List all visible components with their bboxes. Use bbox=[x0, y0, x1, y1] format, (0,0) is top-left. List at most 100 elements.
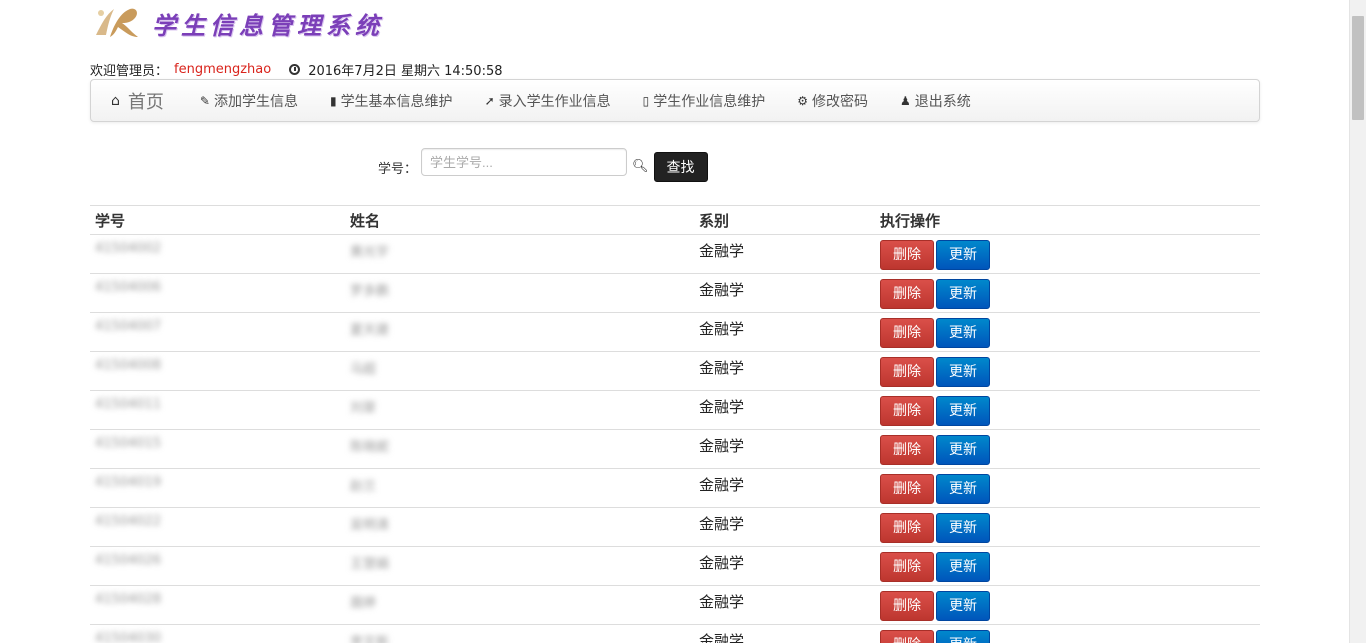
delete-button[interactable]: 删除 bbox=[880, 591, 934, 621]
search-icon: 🔍︎ bbox=[632, 158, 649, 174]
nav-item-label: 录入学生作业信息 bbox=[498, 93, 611, 110]
nav-item-label: 修改密码 bbox=[812, 93, 868, 110]
student-id-cell: 41504002 bbox=[90, 234, 345, 274]
department-cell: 金融学 bbox=[694, 312, 875, 352]
delete-button[interactable]: 删除 bbox=[880, 357, 934, 387]
update-button[interactable]: 更新 bbox=[936, 318, 990, 348]
department-cell: 金融学 bbox=[694, 546, 875, 586]
nav-item-enter-homework[interactable]: ➚ 录入学生作业信息 bbox=[485, 91, 611, 111]
table-row: 41504006 罗多鹏 金融学 删除 更新 bbox=[90, 273, 1260, 313]
file-icon: ▯ bbox=[642, 93, 650, 108]
delete-button[interactable]: 删除 bbox=[880, 318, 934, 348]
update-button[interactable]: 更新 bbox=[936, 591, 990, 621]
username: fengmengzhao bbox=[174, 62, 272, 77]
column-header-actions: 执行操作 bbox=[875, 205, 1260, 235]
student-name-cell: 马超 bbox=[345, 351, 694, 391]
student-name-cell: 聂婷 bbox=[345, 585, 694, 625]
welcome-bar: 欢迎管理员： fengmengzhao 2016年7月2日 星期六 14:50:… bbox=[90, 60, 503, 79]
table-header-row: 学号 姓名 系别 执行操作 bbox=[90, 205, 1260, 235]
main-navbar: ⌂ 首页 ✎ 添加学生信息 ▮ 学生基本信息维护 ➚ 录入学生作业信息 ▯ 学生… bbox=[90, 79, 1260, 122]
student-id-cell: 41504022 bbox=[90, 507, 345, 547]
student-id-cell: 41504026 bbox=[90, 546, 345, 586]
update-button[interactable]: 更新 bbox=[936, 435, 990, 465]
nav-item-label: 首页 bbox=[127, 91, 164, 113]
nav-item-logout[interactable]: ♟ 退出系统 bbox=[900, 91, 971, 111]
delete-button[interactable]: 删除 bbox=[880, 240, 934, 270]
delete-button[interactable]: 删除 bbox=[880, 552, 934, 582]
department-cell: 金融学 bbox=[694, 234, 875, 274]
welcome-prefix: 欢迎管理员： bbox=[90, 64, 169, 79]
actions-cell: 删除更新 bbox=[875, 351, 1260, 391]
actions-cell: 删除更新 bbox=[875, 312, 1260, 352]
nav-item-change-password[interactable]: ⚙ 修改密码 bbox=[797, 91, 868, 111]
actions-cell: 删除更新 bbox=[875, 390, 1260, 430]
nav-item-label: 学生基本信息维护 bbox=[340, 93, 453, 110]
nav-item-student-maintenance[interactable]: ▮ 学生基本信息维护 bbox=[330, 91, 453, 111]
nav-item-label: 学生作业信息维护 bbox=[653, 93, 766, 110]
update-button[interactable]: 更新 bbox=[936, 474, 990, 504]
student-name-cell: 吴明清 bbox=[345, 507, 694, 547]
actions-cell: 删除更新 bbox=[875, 234, 1260, 274]
table-row: 41504008 马超 金融学 删除 更新 bbox=[90, 351, 1260, 391]
update-button[interactable]: 更新 bbox=[936, 279, 990, 309]
student-id-search-input[interactable] bbox=[421, 148, 628, 176]
home-icon: ⌂ bbox=[111, 92, 120, 109]
update-button[interactable]: 更新 bbox=[936, 513, 990, 543]
table-row: 41504019 赵兰 金融学 删除 更新 bbox=[90, 468, 1260, 508]
table-row: 41504026 王慧娟 金融学 删除 更新 bbox=[90, 546, 1260, 586]
student-name-cell: 李文新 bbox=[345, 624, 694, 643]
scrollbar-thumb[interactable] bbox=[1352, 16, 1364, 120]
column-header-department: 系别 bbox=[694, 205, 875, 235]
actions-cell: 删除更新 bbox=[875, 429, 1260, 469]
update-button[interactable]: 更新 bbox=[936, 552, 990, 582]
actions-cell: 删除更新 bbox=[875, 624, 1260, 643]
student-name-cell: 夏天建 bbox=[345, 312, 694, 352]
student-table: 学号 姓名 系别 执行操作 41504002 黄光宇 金融学 删除 更新 41504006… bbox=[90, 205, 1260, 643]
table-row: 41504002 黄光宇 金融学 删除 更新 bbox=[90, 234, 1260, 274]
actions-cell: 删除更新 bbox=[875, 507, 1260, 547]
app-title: 学生信息管理系统 bbox=[152, 10, 384, 40]
search-button[interactable]: 查找 bbox=[653, 152, 708, 182]
student-name-cell: 赵兰 bbox=[345, 468, 694, 508]
delete-button[interactable]: 删除 bbox=[880, 396, 934, 426]
delete-button[interactable]: 删除 bbox=[880, 630, 934, 643]
column-header-name: 姓名 bbox=[345, 205, 694, 235]
update-button[interactable]: 更新 bbox=[936, 357, 990, 387]
table-body: 41504002 黄光宇 金融学 删除 更新 41504006 罗多鹏 金融学 删除 更新 4150… bbox=[90, 234, 1260, 643]
app-logo: 学生信息管理系统 bbox=[92, 4, 384, 42]
department-cell: 金融学 bbox=[694, 273, 875, 313]
delete-button[interactable]: 删除 bbox=[880, 435, 934, 465]
book-icon: ▮ bbox=[329, 93, 337, 108]
department-cell: 金融学 bbox=[694, 624, 875, 643]
update-button[interactable]: 更新 bbox=[936, 630, 990, 643]
cog-icon: ⚙ bbox=[797, 93, 808, 108]
department-cell: 金融学 bbox=[694, 351, 875, 391]
clock-icon bbox=[289, 64, 301, 75]
actions-cell: 删除更新 bbox=[875, 273, 1260, 313]
update-button[interactable]: 更新 bbox=[936, 396, 990, 426]
student-name-cell: 罗多鹏 bbox=[345, 273, 694, 313]
nav-item-home[interactable]: ⌂ 首页 bbox=[111, 88, 164, 114]
update-button[interactable]: 更新 bbox=[936, 240, 990, 270]
wrench-icon: ➚ bbox=[484, 93, 495, 108]
delete-button[interactable]: 删除 bbox=[880, 279, 934, 309]
student-name-cell: 陈晓妮 bbox=[345, 429, 694, 469]
delete-button[interactable]: 删除 bbox=[880, 474, 934, 504]
table-row: 41504015 陈晓妮 金融学 删除 更新 bbox=[90, 429, 1260, 469]
delete-button[interactable]: 删除 bbox=[880, 513, 934, 543]
actions-cell: 删除更新 bbox=[875, 585, 1260, 625]
student-id-cell: 41504007 bbox=[90, 312, 345, 352]
student-name-cell: 黄光宇 bbox=[345, 234, 694, 274]
department-cell: 金融学 bbox=[694, 507, 875, 547]
nav-item-label: 退出系统 bbox=[914, 93, 971, 110]
student-id-cell: 41504011 bbox=[90, 390, 345, 430]
nav-item-homework-maintenance[interactable]: ▯ 学生作业信息维护 bbox=[643, 91, 766, 111]
search-form: 学号： 🔍︎ 查找 bbox=[378, 142, 708, 182]
table-row: 41504007 夏天建 金融学 删除 更新 bbox=[90, 312, 1260, 352]
vertical-scrollbar[interactable] bbox=[1349, 0, 1366, 643]
student-name-cell: 刘翠 bbox=[345, 390, 694, 430]
nav-item-label: 添加学生信息 bbox=[213, 93, 298, 110]
actions-cell: 删除更新 bbox=[875, 468, 1260, 508]
student-id-cell: 41504030 bbox=[90, 624, 345, 643]
nav-item-add-student[interactable]: ✎ 添加学生信息 bbox=[200, 91, 298, 111]
